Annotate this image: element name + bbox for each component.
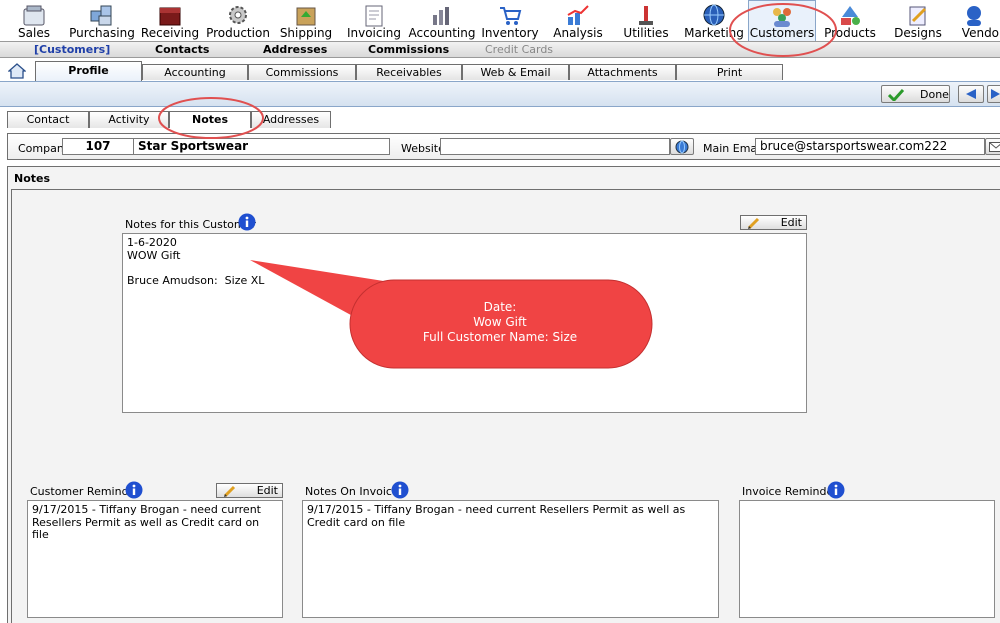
sales-icon — [23, 5, 45, 26]
invoice-reminder-textarea[interactable] — [739, 500, 995, 618]
website-label: Website — [401, 142, 445, 155]
utilities-icon — [639, 6, 653, 25]
customers-icon — [773, 8, 791, 27]
inventory-icon — [500, 7, 522, 25]
edit-customer-reminder-button[interactable]: Edit — [216, 483, 283, 498]
tab-web-email[interactable]: Web & Email — [462, 64, 569, 80]
toolbar-invoicing[interactable]: Invoicing — [340, 0, 408, 41]
company-id-field[interactable]: 107 — [62, 138, 134, 155]
tab-attachments[interactable]: Attachments — [569, 64, 676, 80]
send-email-button[interactable] — [985, 138, 1000, 155]
company-bar: Company 107 Star Sportswear Website Main… — [7, 133, 1000, 160]
invoicing-icon — [365, 5, 383, 27]
arrow-right-icon — [991, 89, 1000, 99]
toolbar-vendors[interactable]: Vendors — [952, 0, 1000, 41]
home-icon[interactable] — [8, 63, 26, 79]
subnav-customers[interactable]: [Customers] — [34, 43, 110, 56]
shipping-icon — [296, 7, 316, 26]
toolbar-production[interactable]: Production — [204, 0, 272, 41]
toolbar-products[interactable]: Products — [816, 0, 884, 41]
tab-notes[interactable]: Notes — [169, 111, 251, 128]
products-icon — [841, 6, 860, 25]
done-button[interactable]: Done — [881, 85, 950, 103]
pencil-icon — [223, 485, 236, 498]
tab-contact[interactable]: Contact — [7, 111, 89, 128]
info-icon[interactable] — [125, 481, 143, 499]
toolbar-customers[interactable]: Customers — [748, 0, 816, 41]
toolbar-receiving[interactable]: Receiving — [136, 0, 204, 41]
tab-receivables[interactable]: Receivables — [356, 64, 462, 80]
checkmark-icon — [888, 89, 904, 101]
tab-addresses[interactable]: Addresses — [251, 111, 331, 128]
customer-reminder-textarea[interactable]: 9/17/2015 - Tiffany Brogan - need curren… — [27, 500, 283, 618]
notes-on-invoice-label: Notes On Invoice — [305, 485, 399, 498]
accounting-icon — [433, 7, 449, 25]
toolbar-inventory[interactable]: Inventory — [476, 0, 544, 41]
toolbar-shipping[interactable]: Shipping — [272, 0, 340, 41]
action-bar: Done — [0, 81, 1000, 107]
envelope-icon — [989, 141, 1000, 152]
toolbar-sales[interactable]: Sales — [0, 0, 68, 41]
subnav-credit-cards: Credit Cards — [485, 43, 554, 56]
main-email-field[interactable]: bruce@starsportswear.com222 — [755, 138, 985, 155]
invoice-reminder-label: Invoice Reminder — [742, 485, 838, 498]
open-website-button[interactable] — [670, 138, 694, 155]
tab-activity[interactable]: Activity — [89, 111, 169, 128]
customer-reminder-label: Customer Reminder — [30, 485, 140, 498]
website-field[interactable] — [440, 138, 670, 155]
tab-commissions[interactable]: Commissions — [248, 64, 356, 80]
globe-icon — [675, 140, 689, 153]
notes-on-invoice-textarea[interactable]: 9/17/2015 - Tiffany Brogan - need curren… — [302, 500, 719, 618]
tab-print[interactable]: Print — [676, 64, 783, 80]
info-icon[interactable] — [238, 213, 256, 231]
receiving-icon — [159, 7, 181, 26]
subnav-contacts[interactable]: Contacts — [155, 43, 209, 56]
customer-subnav: [Customers] Contacts Addresses Commissio… — [0, 41, 1000, 58]
subnav-commissions[interactable]: Commissions — [368, 43, 449, 56]
tab-profile[interactable]: Profile — [35, 61, 142, 81]
customer-notes-label: Notes for this Customer — [125, 218, 256, 231]
module-toolbar: Sales Purchasing Receiving Production Sh… — [0, 0, 1000, 41]
tab-accounting[interactable]: Accounting — [142, 64, 248, 80]
next-record-button[interactable] — [987, 85, 1000, 103]
pencil-icon — [747, 217, 760, 230]
info-icon[interactable] — [827, 481, 845, 499]
toolbar-marketing[interactable]: Marketing — [680, 0, 748, 41]
callout-text: Date: Wow Gift Full Customer Name: Size — [422, 300, 578, 344]
arrow-left-icon — [966, 89, 976, 99]
toolbar-analysis[interactable]: Analysis — [544, 0, 612, 41]
designs-icon — [909, 6, 927, 26]
production-icon — [229, 6, 247, 24]
edit-customer-notes-button[interactable]: Edit — [740, 215, 807, 230]
toolbar-designs[interactable]: Designs — [884, 0, 952, 41]
toolbar-purchasing[interactable]: Purchasing — [68, 0, 136, 41]
profile-tabs: Profile Accounting Commissions Receivabl… — [0, 58, 1000, 81]
subnav-addresses[interactable]: Addresses — [263, 43, 327, 56]
detail-tabs: Contact Activity Notes Addresses — [0, 107, 1000, 128]
company-name-field[interactable]: Star Sportswear — [133, 138, 390, 155]
vendors-icon — [967, 6, 981, 26]
info-icon[interactable] — [391, 481, 409, 499]
toolbar-utilities[interactable]: Utilities — [612, 0, 680, 41]
marketing-icon — [703, 4, 725, 26]
analysis-icon — [567, 5, 589, 25]
notes-section-title: Notes — [14, 172, 51, 185]
purchasing-icon — [90, 5, 112, 26]
toolbar-accounting[interactable]: Accounting — [408, 0, 476, 41]
previous-record-button[interactable] — [958, 85, 984, 103]
